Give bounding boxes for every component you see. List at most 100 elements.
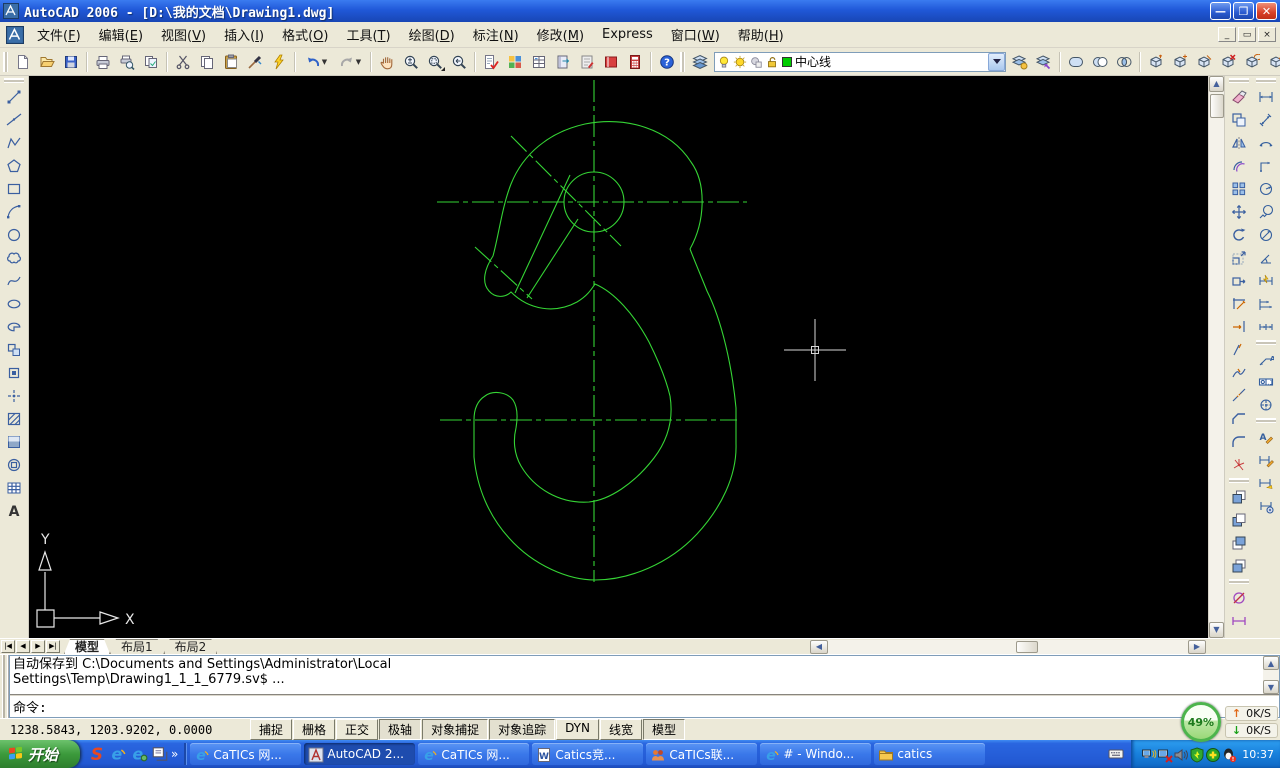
- dim-aligned-button[interactable]: [1254, 108, 1278, 131]
- menu-item-插入I[interactable]: 插入(I): [215, 21, 273, 48]
- table-button[interactable]: [2, 476, 26, 499]
- tab-last-button[interactable]: ▶|: [46, 640, 60, 653]
- gradient-button[interactable]: [2, 430, 26, 453]
- paste-button[interactable]: [219, 51, 243, 73]
- xline-button[interactable]: [2, 108, 26, 131]
- intersect-button[interactable]: [1112, 51, 1136, 73]
- tolerance-button[interactable]: .1: [1254, 370, 1278, 393]
- fillet-button[interactable]: [1227, 430, 1251, 453]
- width-mark-button[interactable]: [1227, 609, 1251, 632]
- undo-button[interactable]: ▼: [299, 51, 333, 73]
- ellipse-arc-button[interactable]: [2, 315, 26, 338]
- markup-set-manager-button[interactable]: [575, 51, 599, 73]
- ime-indicator[interactable]: [1108, 746, 1125, 763]
- status-toggle-对象追踪[interactable]: 对象追踪: [489, 719, 556, 740]
- task-button-Catics竞...[interactable]: W Catics竞...: [532, 743, 644, 765]
- copy-clip-button[interactable]: [195, 51, 219, 73]
- command-window-grip[interactable]: [0, 655, 9, 718]
- ellipse-button[interactable]: [2, 292, 26, 315]
- insert-block-button[interactable]: [2, 338, 26, 361]
- menu-item-修改M[interactable]: 修改(M): [528, 21, 593, 48]
- toolbar-grip[interactable]: [1256, 78, 1277, 83]
- toolbar-grip[interactable]: [1256, 418, 1277, 423]
- dim-style-button[interactable]: [1254, 494, 1278, 517]
- task-button-CaTICs 网...[interactable]: e CaTICs 网...: [418, 743, 530, 765]
- dim-update-button[interactable]: [1254, 471, 1278, 494]
- polygon-button[interactable]: [2, 154, 26, 177]
- open-button[interactable]: [35, 51, 59, 73]
- scroll-left-button[interactable]: ◀: [810, 640, 828, 654]
- dim-text-edit-button[interactable]: A: [1254, 425, 1278, 448]
- delete-faces-button[interactable]: [1216, 51, 1240, 73]
- hatch-button[interactable]: [2, 407, 26, 430]
- draworder-below-button[interactable]: [1227, 554, 1251, 577]
- status-toggle-模型[interactable]: 模型: [643, 719, 686, 740]
- quick-launch-chevron[interactable]: »: [171, 747, 178, 761]
- extend-button[interactable]: [1227, 315, 1251, 338]
- properties-button[interactable]: [479, 51, 503, 73]
- menu-item-窗口W[interactable]: 窗口(W): [662, 21, 729, 48]
- block-editor-button[interactable]: [267, 51, 291, 73]
- quick-leader-button[interactable]: A: [1254, 347, 1278, 370]
- status-toggle-正交[interactable]: 正交: [336, 719, 379, 740]
- task-button-CaTICs联...[interactable]: CaTICs联...: [646, 743, 758, 765]
- taper-faces-button[interactable]: [1264, 51, 1280, 73]
- dim-edit-button[interactable]: [1254, 448, 1278, 471]
- pan-button[interactable]: [375, 51, 399, 73]
- task-button-catics[interactable]: catics: [874, 743, 986, 765]
- draworder-front-button[interactable]: [1227, 485, 1251, 508]
- command-scroll-down[interactable]: ▼: [1263, 680, 1279, 694]
- tray-security-shield-icon[interactable]: [1189, 747, 1204, 763]
- toolbar-grip[interactable]: [1228, 78, 1249, 83]
- revcloud-button[interactable]: [2, 246, 26, 269]
- tray-network-activity-icon[interactable]: [1141, 747, 1157, 761]
- menu-item-工具T[interactable]: 工具(T): [337, 21, 399, 48]
- scroll-up-button[interactable]: ▲: [1209, 76, 1224, 92]
- rotate-button[interactable]: [1227, 223, 1251, 246]
- design-center-button[interactable]: [503, 51, 527, 73]
- drawing-canvas[interactable]: YX: [29, 76, 1208, 638]
- toolbar-grip[interactable]: [3, 51, 8, 72]
- stretch-button[interactable]: [1227, 269, 1251, 292]
- array-button[interactable]: [1227, 177, 1251, 200]
- draworder-above-button[interactable]: [1227, 531, 1251, 554]
- clock[interactable]: 10:37: [1242, 748, 1274, 761]
- layer-toolbar-grip[interactable]: [680, 51, 685, 72]
- draworder-back-button[interactable]: [1227, 508, 1251, 531]
- doc-close-button[interactable]: ×: [1258, 27, 1276, 42]
- tab-prev-button[interactable]: ◀: [16, 640, 30, 653]
- break-point-button[interactable]: [1227, 338, 1251, 361]
- scroll-right-button[interactable]: ▶: [1188, 640, 1206, 654]
- offset-faces-button[interactable]: [1192, 51, 1216, 73]
- tray-network-offline-icon[interactable]: [1157, 747, 1174, 763]
- match-props-button[interactable]: [243, 51, 267, 73]
- dim-angular-button[interactable]: [1254, 246, 1278, 269]
- close-button[interactable]: ✕: [1256, 2, 1277, 20]
- dim-radius-button[interactable]: [1254, 177, 1278, 200]
- dim-linear-button[interactable]: [1254, 85, 1278, 108]
- status-toggle-捕捉[interactable]: 捕捉: [250, 719, 293, 740]
- quick-launch-show-desktop[interactable]: [151, 745, 169, 763]
- help-button[interactable]: ?: [655, 51, 679, 73]
- make-block-button[interactable]: [2, 361, 26, 384]
- plot-button[interactable]: [91, 51, 115, 73]
- quick-dim-button[interactable]: [1254, 269, 1278, 292]
- publish-button[interactable]: [139, 51, 163, 73]
- tray-qq-messenger-icon[interactable]: !: [1221, 747, 1237, 763]
- network-monitor-widget[interactable]: 49% ↑ 0K/S ↓ 0K/S: [1180, 702, 1278, 742]
- mtext-button[interactable]: A: [2, 499, 26, 522]
- restore-button[interactable]: ❐: [1233, 2, 1254, 20]
- redo-dropdown-icon[interactable]: ▼: [356, 58, 361, 66]
- status-toggle-对象捕捉[interactable]: 对象捕捉: [422, 719, 489, 740]
- dim-continue-button[interactable]: [1254, 315, 1278, 338]
- circle-button[interactable]: [2, 223, 26, 246]
- task-button-CaTICs 网...[interactable]: e CaTICs 网...: [190, 743, 302, 765]
- tab-first-button[interactable]: |◀: [1, 640, 15, 653]
- status-toggle-DYN[interactable]: DYN: [556, 719, 599, 740]
- menu-item-格式O[interactable]: 格式(O): [273, 21, 337, 48]
- status-toggle-栅格[interactable]: 栅格: [293, 719, 336, 740]
- vertical-scroll-track[interactable]: [1209, 118, 1224, 622]
- center-mark-button[interactable]: [1254, 393, 1278, 416]
- minimize-button[interactable]: —: [1210, 2, 1231, 20]
- dim-baseline-button[interactable]: [1254, 292, 1278, 315]
